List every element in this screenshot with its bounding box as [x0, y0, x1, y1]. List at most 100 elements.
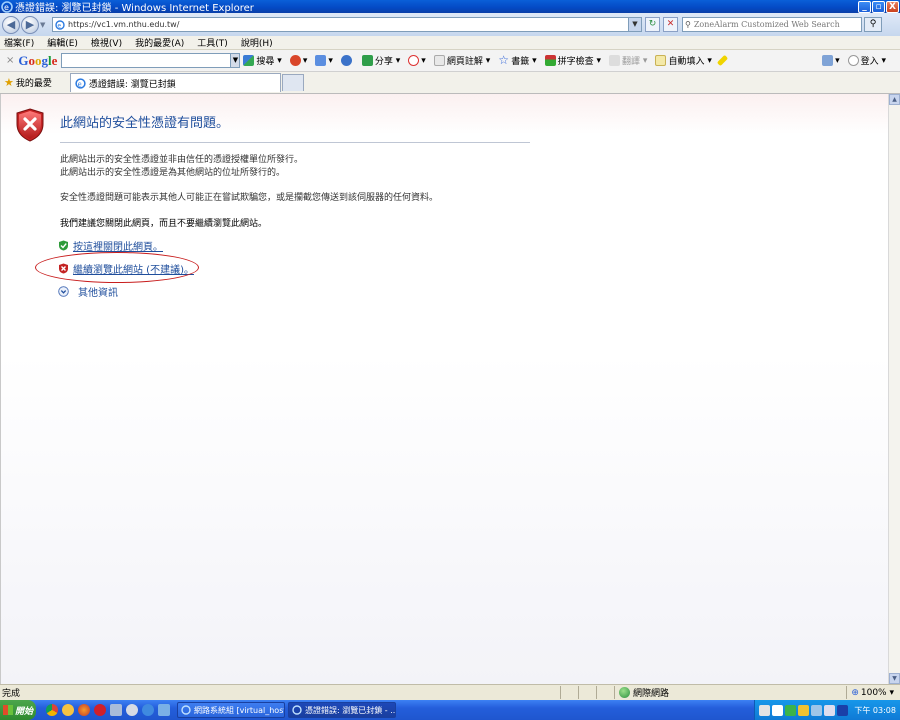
favorites-star-icon[interactable]: ★ [4, 76, 14, 89]
signin-button[interactable]: 登入 ▾ [847, 54, 886, 67]
address-bar: ◀ ▶ ▼ e https://vc1.vm.nthu.edu.tw/ ▼ ↻ … [0, 13, 900, 36]
scroll-down-icon[interactable]: ▼ [889, 673, 900, 684]
annotation-ellipse [35, 252, 199, 283]
google-toolbar: × Google ▼ 搜尋 ▾ ▾ ▾ 分享 ▾ ▾ 網頁註解 ▾ ☆ 書籤 ▾ … [0, 50, 900, 72]
error-shield-icon [16, 108, 44, 142]
close-page-link[interactable]: 按這裡關閉此網頁。 [58, 238, 163, 253]
more-information-link[interactable]: 其他資訊 [58, 284, 118, 299]
forward-button[interactable]: ▶ [21, 15, 39, 34]
page-icon: e [55, 19, 65, 30]
page-content: 此網站的安全性憑證有問題。 此網站出示的安全性憑證並非由信任的憑證授權單位所發行… [0, 94, 888, 684]
bookmarks-button[interactable]: ☆ 書籤 ▾ [498, 54, 536, 67]
google-search-input[interactable] [61, 53, 232, 68]
translate-button[interactable]: 翻譯 ▾ [609, 54, 647, 67]
status-cell [560, 686, 578, 699]
menu-view[interactable]: 檢視(V) [91, 36, 122, 49]
stop-icon[interactable]: ✕ [663, 17, 678, 32]
vertical-scrollbar[interactable]: ▲ ▼ [888, 94, 900, 684]
desktop-icon[interactable] [158, 704, 170, 716]
block-icon [408, 55, 420, 66]
app-icon[interactable] [110, 704, 122, 716]
toolbar-close-icon[interactable]: × [6, 55, 14, 66]
menu-bar: 檔案(F) 編輯(E) 檢視(V) 我的最愛(A) 工具(T) 說明(H) [0, 36, 900, 50]
minimize-button[interactable]: _ [858, 0, 871, 13]
security-zone[interactable]: 網際網路 [614, 686, 722, 699]
translate-icon [609, 55, 621, 66]
windows-logo-icon [3, 705, 13, 715]
maximize-button[interactable]: ▫ [872, 0, 885, 13]
status-text: 完成 [2, 689, 21, 699]
settings-button[interactable]: ▾ [822, 55, 840, 66]
refresh-icon[interactable]: ↻ [645, 17, 660, 32]
recommendation-text: 我們建議您關閉此網頁，而且不要繼續瀏覽此網站。 [60, 219, 268, 229]
menu-edit[interactable]: 編輯(E) [47, 36, 78, 49]
new-tab-button[interactable] [281, 74, 304, 91]
url-text: https://vc1.vm.nthu.edu.tw/ [68, 20, 180, 29]
svg-text:e: e [4, 3, 9, 12]
back-button[interactable]: ◀ [2, 15, 20, 34]
keyboard-icon[interactable] [759, 704, 771, 716]
page-title: 此網站的安全性憑證有問題。 [60, 116, 230, 131]
history-dropdown-icon[interactable]: ▼ [40, 21, 48, 29]
menu-favorites[interactable]: 我的最愛(A) [135, 36, 184, 49]
popup-blocker-button[interactable]: ▾ [289, 55, 307, 66]
google-search-dropdown-icon[interactable]: ▼ [231, 53, 241, 68]
menu-tools[interactable]: 工具(T) [197, 36, 228, 49]
ie-logo-icon: e [1, 0, 13, 13]
highlight-button[interactable] [716, 54, 729, 67]
network-icon[interactable] [811, 704, 823, 716]
system-tray: 下午 03:08 [754, 700, 900, 720]
spellcheck-icon [544, 55, 556, 66]
antivirus-icon[interactable] [785, 704, 797, 716]
star-icon: ☆ [498, 53, 509, 67]
note-icon [433, 55, 445, 66]
taskbar-item-cert-error[interactable]: 憑證錯誤: 瀏覽已封鎖 - ... [288, 702, 396, 718]
pagerank-button[interactable] [340, 55, 354, 66]
start-button[interactable]: 開始 [0, 700, 36, 720]
messenger-icon[interactable] [62, 704, 74, 716]
reason-line-2: 此網站出示的安全性憑證是為其他網站的位址所發行的。 [60, 168, 286, 178]
zoom-level: 100% [860, 687, 887, 698]
opera-icon[interactable] [94, 704, 106, 716]
ie-icon[interactable] [142, 704, 154, 716]
plus-icon [315, 55, 327, 66]
scroll-up-icon[interactable]: ▲ [889, 94, 900, 105]
zoom-icon: ⊕ [851, 687, 859, 698]
media-icon[interactable] [126, 704, 138, 716]
help-icon[interactable] [772, 704, 784, 716]
no-spam-button[interactable]: ▾ [408, 55, 426, 66]
search-go-button[interactable]: ⚲ [864, 17, 882, 32]
web-search-input[interactable]: ⚲ ZoneAlarm Customized Web Search [682, 17, 862, 32]
svg-text:e: e [57, 22, 61, 29]
menu-file[interactable]: 檔案(F) [4, 36, 34, 49]
media-player-icon[interactable] [837, 704, 849, 716]
search-placeholder: ZoneAlarm Customized Web Search [693, 20, 840, 29]
zoom-control[interactable]: ⊕ 100% ▾ [846, 686, 898, 699]
add-button[interactable]: ▾ [315, 55, 333, 66]
page-icon: e [75, 77, 86, 89]
address-dropdown-icon[interactable]: ▼ [628, 18, 641, 31]
shield-tray-icon[interactable] [798, 704, 810, 716]
globe-icon [340, 55, 352, 66]
spellcheck-button[interactable]: 拼字檢查 ▾ [544, 54, 601, 67]
share-button[interactable]: 分享 ▾ [361, 54, 400, 67]
chrome-icon[interactable] [46, 704, 58, 716]
address-input[interactable]: e https://vc1.vm.nthu.edu.tw/ ▼ [52, 17, 642, 32]
volume-icon[interactable] [824, 704, 836, 716]
close-button[interactable]: X [886, 0, 899, 13]
ie-icon [292, 705, 302, 715]
annotate-button[interactable]: 網頁註解 ▾ [433, 54, 490, 67]
autofill-button[interactable]: 自動填入 ▾ [655, 54, 712, 67]
google-search-button[interactable]: 搜尋 ▾ [243, 54, 282, 67]
window-title: 憑證錯誤: 瀏覽已封鎖 - Windows Internet Explorer [15, 3, 254, 14]
taskbar: 開始 網路系統組 [virtual_host... 憑證錯誤: 瀏覽已封鎖 - … [0, 700, 900, 720]
share-icon [361, 55, 373, 66]
tab-current[interactable]: e 憑證錯誤: 瀏覽已封鎖 [69, 73, 281, 92]
favorites-button[interactable]: 我的最愛 [16, 76, 52, 89]
firefox-icon[interactable] [78, 704, 90, 716]
status-cell [578, 686, 596, 699]
quick-launch [46, 704, 174, 716]
zone-label: 網際網路 [633, 689, 670, 699]
menu-help[interactable]: 說明(H) [241, 36, 273, 49]
taskbar-item-network[interactable]: 網路系統組 [virtual_host... [177, 702, 285, 718]
